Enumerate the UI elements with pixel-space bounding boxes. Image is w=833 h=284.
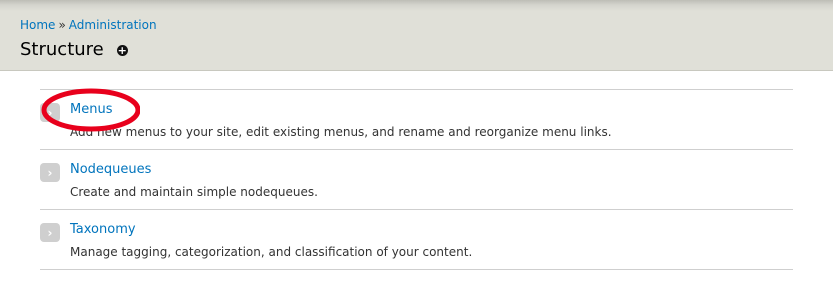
nodequeues-link[interactable]: Nodequeues bbox=[70, 162, 151, 177]
list-item: › Menus Add new menus to your site, edit… bbox=[40, 90, 793, 150]
list-item: › Taxonomy Manage tagging, categorizatio… bbox=[40, 210, 793, 270]
title-row: Structure + bbox=[20, 39, 128, 60]
breadcrumb: Home» Administration bbox=[20, 18, 157, 32]
add-shortcut-icon[interactable]: + bbox=[116, 45, 128, 56]
breadcrumb-home-link[interactable]: Home bbox=[20, 18, 55, 32]
page-title: Structure bbox=[20, 39, 104, 60]
page-header: Home» Administration Structure + bbox=[0, 0, 833, 71]
list-item: › Nodequeues Create and maintain simple … bbox=[40, 150, 793, 210]
breadcrumb-separator: » bbox=[58, 18, 66, 32]
arrow-right-icon[interactable]: › bbox=[40, 223, 60, 242]
admin-list: › Menus Add new menus to your site, edit… bbox=[40, 89, 793, 270]
item-description: Manage tagging, categorization, and clas… bbox=[70, 245, 473, 259]
item-description: Create and maintain simple nodequeues. bbox=[70, 185, 318, 199]
breadcrumb-administration-link[interactable]: Administration bbox=[69, 18, 157, 32]
menus-link[interactable]: Menus bbox=[70, 102, 112, 117]
taxonomy-link[interactable]: Taxonomy bbox=[70, 222, 136, 237]
arrow-right-icon[interactable]: › bbox=[40, 103, 60, 122]
item-description: Add new menus to your site, edit existin… bbox=[70, 125, 612, 139]
arrow-right-icon[interactable]: › bbox=[40, 163, 60, 182]
